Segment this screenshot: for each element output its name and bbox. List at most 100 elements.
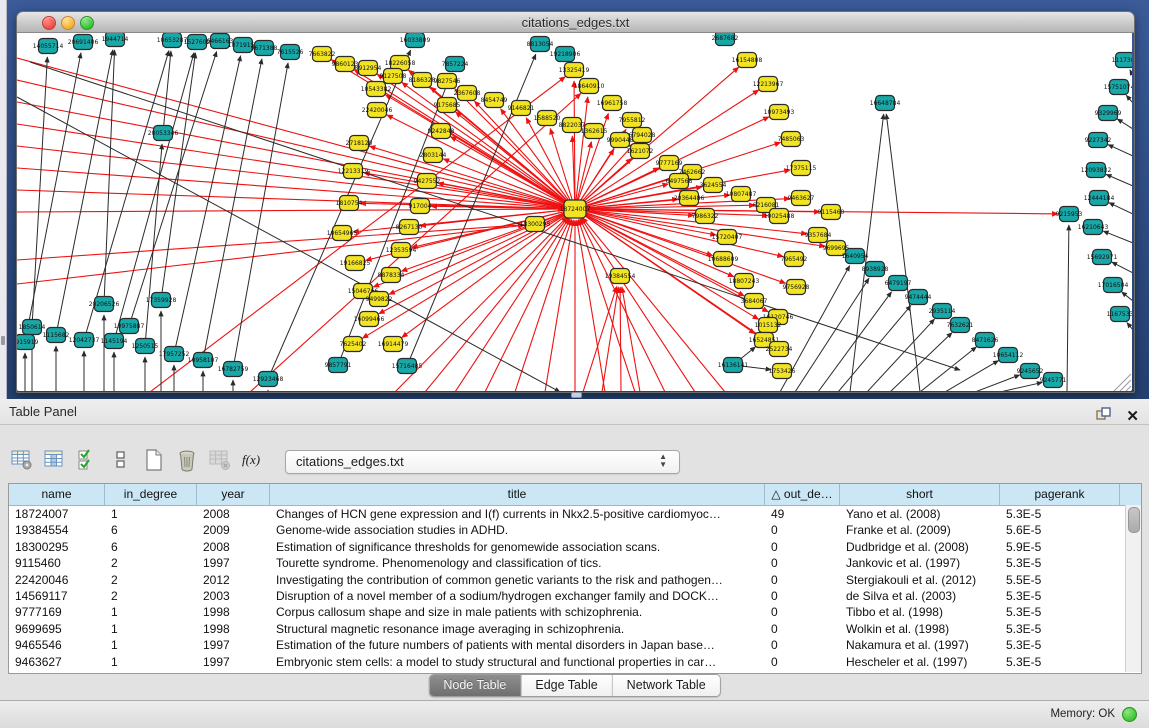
graph-edge[interactable] [25, 53, 81, 342]
graph-node[interactable]: 9827546 [434, 74, 461, 89]
graph-node[interactable]: 16136141 [718, 358, 749, 373]
graph-edge[interactable] [575, 142, 591, 209]
graph-node[interactable]: 9357684 [805, 228, 832, 243]
graph-edge[interactable] [890, 333, 952, 391]
graph-node[interactable]: 1850614 [19, 320, 46, 335]
graph-node[interactable]: 9245771 [1040, 373, 1067, 388]
column-header-short[interactable]: short [840, 484, 1000, 505]
graph-node[interactable]: 1167533 [1107, 307, 1132, 322]
graph-node[interactable]: 1588520 [534, 111, 561, 126]
graph-node[interactable]: 15720407 [712, 230, 743, 245]
graph-node[interactable]: 9175685 [434, 98, 461, 113]
graph-edge[interactable] [161, 53, 195, 300]
graph-node[interactable]: 16914479 [378, 337, 409, 352]
graph-node[interactable]: 12093832 [1081, 163, 1112, 178]
graph-edge[interactable] [456, 112, 575, 209]
graph-node[interactable]: 7955812 [619, 113, 646, 128]
table-row[interactable]: 1872400712008Changes of HCN gene express… [9, 506, 1141, 522]
graph-node[interactable]: 7663822 [309, 47, 336, 62]
column-header-title[interactable]: title [270, 484, 765, 505]
graph-node[interactable]: 8471626 [972, 333, 999, 348]
graph-node[interactable]: 8878334 [378, 268, 405, 283]
graph-node[interactable]: 12213967 [753, 77, 784, 92]
graph-node[interactable]: 9671388 [251, 41, 278, 56]
tab-network-table[interactable]: Network Table [613, 675, 720, 696]
graph-node[interactable]: 19218906 [550, 47, 581, 62]
graph-node[interactable]: 7965492 [781, 252, 808, 267]
table-row[interactable]: 969969511998Structural magnetic resonanc… [9, 621, 1141, 637]
graph-node[interactable]: 1362615 [581, 124, 608, 139]
row-height-icon[interactable] [109, 448, 135, 474]
graph-node[interactable]: 16648784 [870, 96, 901, 111]
graph-node[interactable]: 1810754 [336, 196, 363, 211]
graph-edge[interactable] [580, 219, 665, 391]
graph-node[interactable]: 3624554 [700, 178, 727, 193]
graph-node[interactable]: 18640910 [574, 79, 605, 94]
graph-edge[interactable] [1122, 292, 1132, 301]
column-header-name[interactable]: name [9, 484, 105, 505]
graph-node[interactable]: 20691406 [68, 35, 99, 50]
graph-edge[interactable] [1067, 225, 1069, 391]
graph-node[interactable]: 17016504 [1098, 278, 1129, 293]
graph-node[interactable]: 8186328 [409, 73, 436, 88]
tab-node-table[interactable]: Node Table [429, 675, 521, 696]
graph-node[interactable]: 16033809 [400, 33, 431, 48]
graph-node[interactable]: 8912954 [355, 61, 382, 76]
function-builder-icon[interactable]: f(x) [241, 448, 267, 474]
graph-edge[interactable] [1106, 174, 1132, 186]
graph-node[interactable]: 10807487 [726, 187, 757, 202]
table-selector-dropdown[interactable]: citations_edges.txt ▲▼ [285, 450, 680, 474]
graph-node[interactable]: 16154808 [732, 53, 763, 68]
graph-edge[interactable] [1109, 203, 1132, 214]
graph-edge[interactable] [163, 51, 171, 133]
graph-edge[interactable] [575, 209, 783, 257]
graph-node[interactable]: 6497568 [666, 174, 693, 189]
graph-node[interactable]: 9474444 [905, 290, 932, 305]
graph-node[interactable]: 2803144 [420, 148, 447, 163]
panel-collapse-handle[interactable] [1, 336, 5, 345]
table-row[interactable]: 946554611997Estimation of the future num… [9, 637, 1141, 653]
graph-node[interactable]: 9427552 [414, 174, 441, 189]
graph-edge[interactable] [30, 62, 960, 370]
graph-edge[interactable] [268, 50, 411, 379]
table-row[interactable]: 1830029562008Estimation of significance … [9, 539, 1141, 555]
graph-node[interactable]: 1640954 [842, 249, 869, 264]
graph-node[interactable]: 7485063 [778, 132, 805, 147]
graph-edge[interactable] [1127, 323, 1132, 330]
splitter-handle[interactable] [571, 392, 582, 398]
graph-node[interactable]: 2367608 [454, 86, 481, 101]
graph-node[interactable]: 2935114 [929, 304, 956, 319]
table-row[interactable]: 911546021997Tourette syndrome. Phenomeno… [9, 555, 1141, 571]
graph-node[interactable]: 12923468 [253, 372, 284, 387]
graph-node[interactable]: 9242848 [428, 124, 455, 139]
graph-edge[interactable] [838, 305, 911, 391]
network-graph[interactable]: 7663822986012389129541822605891275081054… [17, 33, 1132, 391]
graph-edge[interactable] [455, 218, 569, 391]
memory-status-indicator[interactable] [1122, 707, 1137, 722]
graph-node[interactable]: 19166825 [340, 256, 371, 271]
graph-edge[interactable] [1108, 145, 1132, 156]
vertical-scrollbar[interactable] [1125, 505, 1141, 672]
resize-grip-icon[interactable] [1126, 386, 1131, 391]
table-row[interactable]: 1938455462009Genome-wide association stu… [9, 522, 1141, 538]
select-rows-icon[interactable] [76, 448, 102, 474]
graph-edge[interactable] [402, 209, 575, 337]
graph-node[interactable]: 10958107 [188, 353, 219, 368]
graph-hub-node[interactable]: 18724007 [560, 200, 591, 218]
column-header-pagerank[interactable]: pagerank [1000, 484, 1120, 505]
graph-node[interactable]: 3915919 [17, 335, 39, 350]
resize-grip-icon[interactable] [1120, 380, 1131, 391]
table-settings-icon[interactable] [10, 448, 36, 474]
graph-node[interactable]: 18300295 [520, 217, 551, 232]
graph-node[interactable]: 9127508 [380, 69, 407, 84]
graph-node[interactable]: 7986322 [692, 209, 719, 224]
graph-edge[interactable] [129, 51, 217, 326]
network-canvas[interactable]: 7663822986012389129541822605891275081054… [17, 33, 1132, 391]
graph-node[interactable]: 9463627 [788, 191, 815, 206]
graph-node[interactable]: 9227342 [1085, 133, 1112, 148]
graph-node[interactable]: 14055714 [33, 39, 64, 54]
graph-node[interactable]: 8267130 [396, 220, 423, 235]
graph-node[interactable]: 7615526 [277, 45, 304, 60]
graph-node[interactable]: 7632621 [947, 318, 974, 333]
graph-node[interactable]: 15716485 [392, 359, 423, 374]
